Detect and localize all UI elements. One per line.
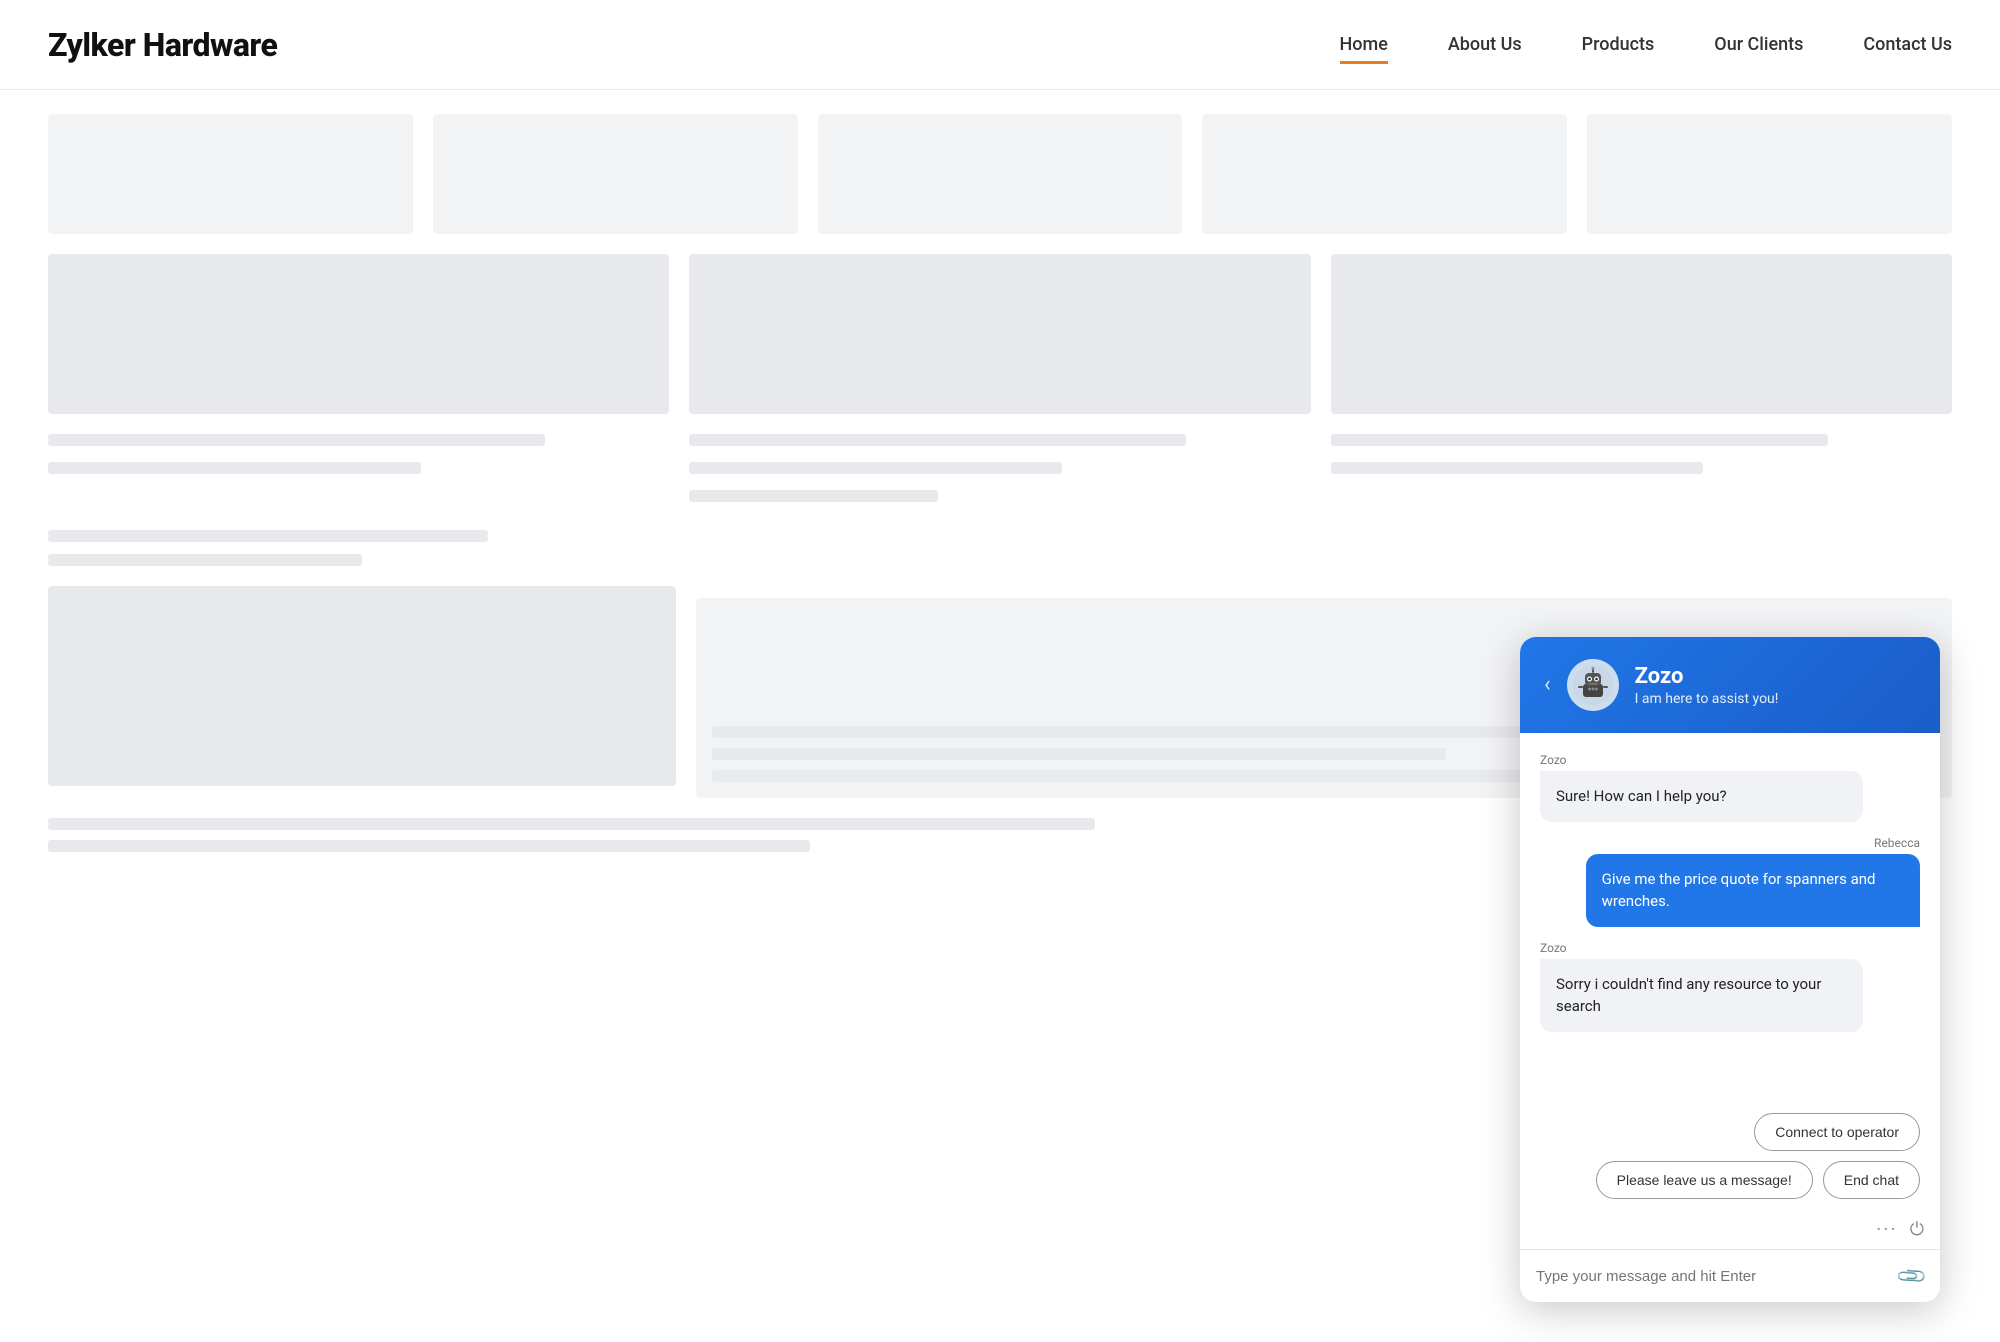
action-row-bottom: Please leave us a message! End chat bbox=[1596, 1161, 1920, 1199]
nav-item-products[interactable]: Products bbox=[1582, 34, 1655, 55]
skeleton-text bbox=[689, 490, 938, 502]
chat-header: ‹ bbox=[1520, 637, 1940, 733]
chat-footer-bar: ··· ⏻ bbox=[1520, 1209, 1940, 1249]
chat-input[interactable] bbox=[1536, 1268, 1899, 1285]
skeleton-text bbox=[689, 462, 1062, 474]
end-chat-button[interactable]: End chat bbox=[1823, 1161, 1920, 1199]
skeleton-card bbox=[48, 114, 413, 234]
message-bubble: Sure! How can I help you? bbox=[1540, 771, 1863, 822]
skeleton-card bbox=[1202, 114, 1567, 234]
nav-item-about[interactable]: About Us bbox=[1448, 34, 1522, 55]
skeleton-image bbox=[689, 254, 1310, 414]
nav-link-products[interactable]: Products bbox=[1582, 34, 1655, 61]
skeleton-row-2 bbox=[48, 254, 1952, 510]
chat-actions: Connect to operator Please leave us a me… bbox=[1520, 1113, 1940, 1209]
skeleton-text bbox=[1331, 434, 1828, 446]
chat-input-area: 📎 bbox=[1520, 1249, 1940, 1302]
chat-avatar bbox=[1567, 659, 1619, 711]
message-bubble: Sorry i couldn't find any resource to yo… bbox=[1540, 959, 1863, 1032]
attach-icon[interactable]: 📎 bbox=[1894, 1259, 1929, 1294]
message-group-user: Rebecca Give me the price quote for span… bbox=[1540, 836, 1920, 927]
options-icon[interactable]: ··· bbox=[1876, 1217, 1898, 1241]
skeleton-card-inner bbox=[689, 254, 1310, 510]
nav-link-home[interactable]: Home bbox=[1340, 34, 1388, 64]
message-bubble-user: Give me the price quote for spanners and… bbox=[1586, 854, 1920, 927]
chat-bot-status: I am here to assist you! bbox=[1635, 691, 1779, 707]
message-group-bot-1: Zozo Sure! How can I help you? bbox=[1540, 753, 1920, 822]
skeleton-card-inner bbox=[48, 586, 676, 798]
navbar: Zylker Hardware Home About Us Products O… bbox=[0, 0, 2000, 90]
connect-to-operator-button[interactable]: Connect to operator bbox=[1754, 1113, 1920, 1151]
skeleton-text bbox=[689, 434, 1186, 446]
skeleton-image bbox=[1331, 254, 1952, 414]
brand-logo: Zylker Hardware bbox=[48, 26, 277, 64]
message-group-bot-2: Zozo Sorry i couldn't find any resource … bbox=[1540, 941, 1920, 1032]
skeleton-card-inner bbox=[48, 254, 669, 510]
chat-back-button[interactable]: ‹ bbox=[1544, 674, 1551, 696]
skeleton-image bbox=[48, 586, 676, 786]
power-icon[interactable]: ⏻ bbox=[1910, 1219, 1924, 1240]
nav-item-clients[interactable]: Our Clients bbox=[1714, 34, 1803, 55]
skeleton-text bbox=[48, 434, 545, 446]
leave-message-button[interactable]: Please leave us a message! bbox=[1596, 1161, 1813, 1199]
skeleton-card bbox=[818, 114, 1183, 234]
skeleton-image bbox=[48, 254, 669, 414]
nav-links: Home About Us Products Our Clients Conta… bbox=[1340, 34, 1952, 55]
sender-label: Zozo bbox=[1540, 753, 1920, 767]
sender-label: Rebecca bbox=[1874, 836, 1920, 850]
chat-messages: Zozo Sure! How can I help you? Rebecca G… bbox=[1520, 733, 1940, 1113]
chat-bot-name: Zozo bbox=[1635, 664, 1779, 689]
action-row-connect: Connect to operator bbox=[1754, 1113, 1920, 1151]
nav-link-about[interactable]: About Us bbox=[1448, 34, 1522, 61]
skeleton-card-inner bbox=[1331, 254, 1952, 510]
chat-header-info: Zozo I am here to assist you! bbox=[1635, 664, 1779, 707]
skeleton-text bbox=[1331, 462, 1704, 474]
skeleton-row-1 bbox=[48, 114, 1952, 234]
skeleton-card bbox=[1587, 114, 1952, 234]
skeleton-text bbox=[48, 462, 421, 474]
nav-item-home[interactable]: Home bbox=[1340, 34, 1388, 55]
nav-link-clients[interactable]: Our Clients bbox=[1714, 34, 1803, 61]
chat-widget: ‹ bbox=[1520, 637, 1940, 1302]
nav-link-contact[interactable]: Contact Us bbox=[1863, 34, 1952, 61]
nav-item-contact[interactable]: Contact Us bbox=[1863, 34, 1952, 55]
sender-label: Zozo bbox=[1540, 941, 1920, 955]
skeleton-card bbox=[433, 114, 798, 234]
